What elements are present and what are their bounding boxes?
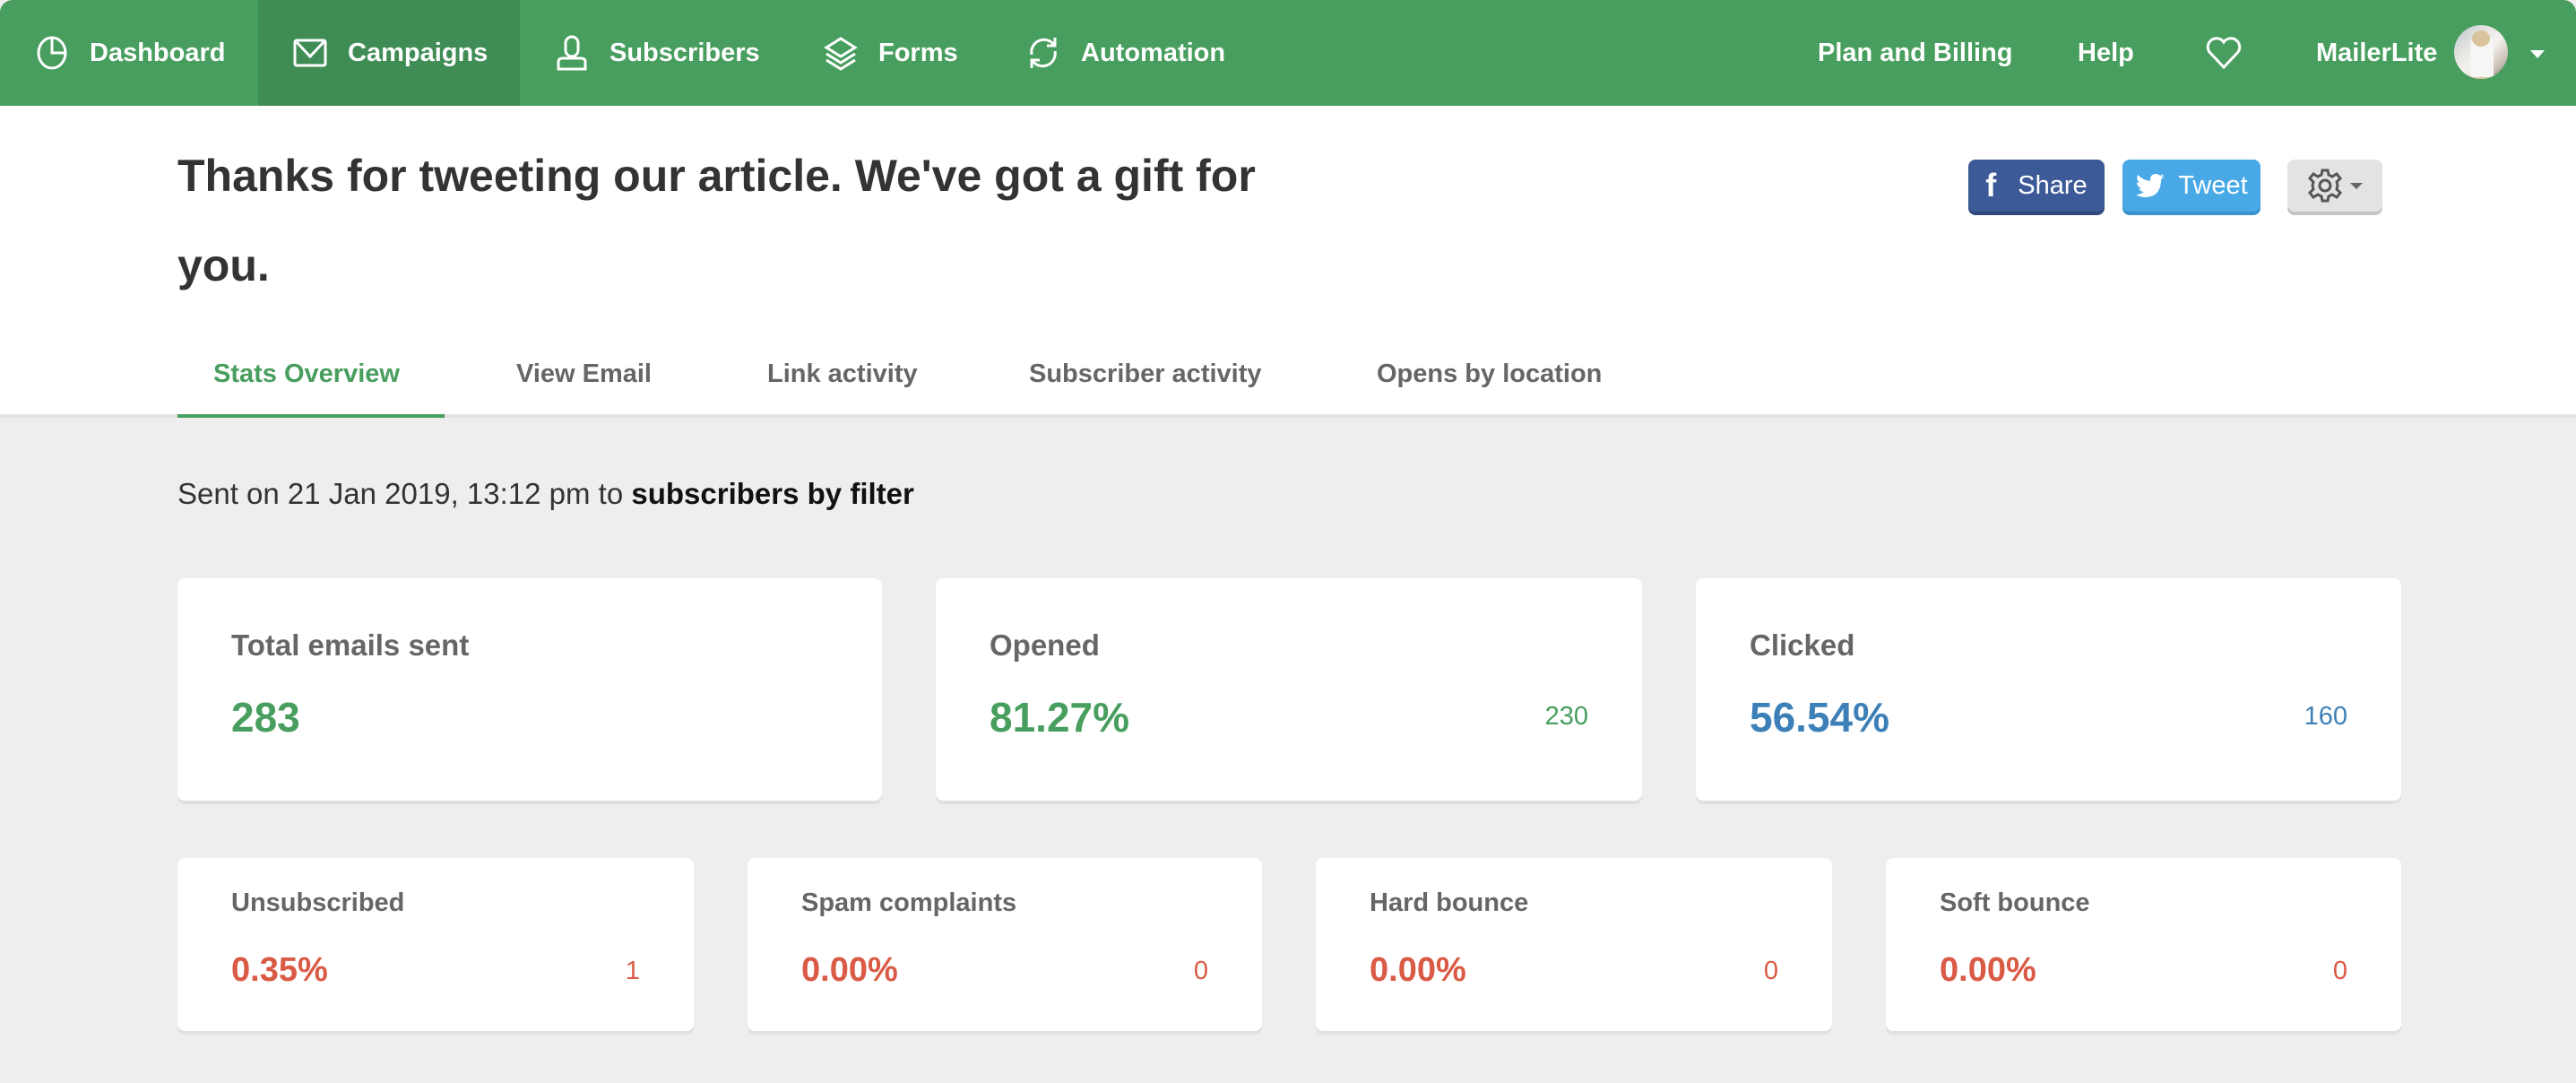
nav-item-label: Subscribers bbox=[609, 38, 760, 67]
stat-card-soft-bounce[interactable]: Soft bounce 0.00% 0 bbox=[1886, 858, 2401, 1031]
facebook-share-button[interactable]: f Share bbox=[1968, 160, 2105, 212]
stat-label: Soft bounce bbox=[1940, 888, 2090, 917]
sent-recipients: subscribers by filter bbox=[631, 477, 914, 510]
nav-item-label: Dashboard bbox=[90, 38, 226, 67]
user-icon bbox=[557, 35, 587, 71]
help-link[interactable]: Help bbox=[2078, 0, 2134, 106]
stat-count: 0 bbox=[1763, 957, 1778, 985]
tab-view-email[interactable]: View Email bbox=[516, 341, 652, 416]
stat-label: Unsubscribed bbox=[231, 888, 405, 917]
nav-item-label: Automation bbox=[1081, 38, 1226, 67]
stat-value: 0.00% bbox=[1940, 951, 2036, 989]
tab-link-activity[interactable]: Link activity bbox=[767, 341, 918, 416]
heart-icon bbox=[2206, 37, 2242, 70]
tab-stats-overview[interactable]: Stats Overview bbox=[213, 341, 400, 416]
nav-item-automation[interactable]: Automation bbox=[1025, 0, 1225, 106]
gear-icon bbox=[2307, 169, 2343, 203]
nav-item-forms[interactable]: Forms bbox=[823, 0, 958, 106]
tab-subscriber-activity[interactable]: Subscriber activity bbox=[1029, 341, 1262, 416]
campaign-tabs: Stats Overview View Email Link activity … bbox=[0, 341, 2576, 416]
account-name: MailerLite bbox=[2316, 38, 2438, 67]
stat-value: 0.00% bbox=[1370, 951, 1466, 989]
stat-count: 1 bbox=[625, 957, 640, 985]
stat-count: 0 bbox=[1193, 957, 1208, 985]
twitter-icon bbox=[2135, 173, 2165, 198]
top-navigation-bar: Dashboard Campaigns Subscribers Forms Au… bbox=[0, 0, 2576, 106]
stat-count: 230 bbox=[1544, 702, 1588, 731]
stat-count: 0 bbox=[2332, 957, 2347, 985]
stat-label: Total emails sent bbox=[231, 628, 470, 662]
stat-value: 56.54% bbox=[1750, 694, 1890, 741]
stat-label: Opened bbox=[990, 628, 1100, 662]
stat-card-clicked[interactable]: Clicked 56.54% 160 bbox=[1696, 578, 2401, 801]
account-menu[interactable]: MailerLite bbox=[2316, 0, 2437, 106]
caret-down-icon[interactable] bbox=[2530, 50, 2545, 58]
avatar[interactable] bbox=[2454, 25, 2508, 79]
tab-opens-by-location[interactable]: Opens by location bbox=[1377, 341, 1602, 416]
refresh-icon bbox=[1030, 38, 1057, 68]
layers-icon bbox=[824, 37, 858, 71]
pie-chart-icon bbox=[37, 36, 67, 70]
help-label: Help bbox=[2078, 38, 2134, 67]
tweet-label: Tweet bbox=[2178, 170, 2248, 200]
campaign-settings-button[interactable] bbox=[2287, 160, 2382, 212]
stat-label: Spam complaints bbox=[801, 888, 1017, 917]
share-label: Share bbox=[2018, 170, 2088, 200]
nav-item-campaigns[interactable]: Campaigns bbox=[258, 0, 520, 106]
sent-info: Sent on 21 Jan 2019, 13:12 pm to subscri… bbox=[177, 477, 914, 511]
stat-label: Hard bounce bbox=[1370, 888, 1529, 917]
plan-and-billing-label: Plan and Billing bbox=[1818, 38, 2013, 67]
caret-down-icon bbox=[2350, 182, 2363, 189]
stat-value: 283 bbox=[231, 694, 300, 741]
stat-card-spam-complaints[interactable]: Spam complaints 0.00% 0 bbox=[748, 858, 1262, 1031]
sent-date-text: Sent on 21 Jan 2019, 13:12 pm to bbox=[177, 477, 632, 510]
nav-item-label: Forms bbox=[878, 38, 958, 67]
nav-item-subscribers[interactable]: Subscribers bbox=[554, 0, 760, 106]
stat-card-unsubscribed[interactable]: Unsubscribed 0.35% 1 bbox=[177, 858, 694, 1031]
facebook-icon: f bbox=[1985, 167, 1997, 204]
stat-card-total-sent: Total emails sent 283 bbox=[177, 578, 882, 801]
stat-value: 81.27% bbox=[990, 694, 1130, 741]
stat-label: Clicked bbox=[1750, 628, 1855, 662]
favorites-button[interactable] bbox=[2205, 0, 2243, 106]
stat-card-opened[interactable]: Opened 81.27% 230 bbox=[936, 578, 1642, 801]
plan-and-billing-link[interactable]: Plan and Billing bbox=[1818, 0, 2013, 106]
page-title: Thanks for tweeting our article. We've g… bbox=[177, 151, 1256, 290]
stat-count: 160 bbox=[2304, 702, 2347, 731]
nav-item-label: Campaigns bbox=[348, 38, 488, 67]
stat-card-hard-bounce[interactable]: Hard bounce 0.00% 0 bbox=[1316, 858, 1832, 1031]
active-tab-indicator bbox=[177, 414, 445, 418]
envelope-icon bbox=[293, 39, 327, 67]
tweet-button[interactable]: Tweet bbox=[2122, 160, 2260, 212]
nav-item-dashboard[interactable]: Dashboard bbox=[34, 0, 252, 106]
stat-value: 0.35% bbox=[231, 951, 328, 989]
stat-value: 0.00% bbox=[801, 951, 898, 989]
